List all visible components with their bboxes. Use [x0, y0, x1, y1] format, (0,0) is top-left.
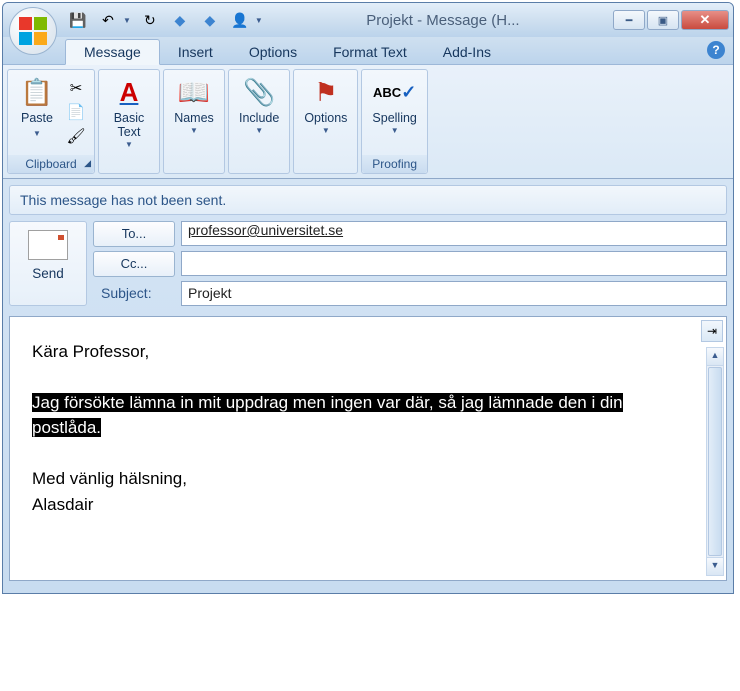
tab-format-text[interactable]: Format Text [315, 40, 425, 64]
minimize-button[interactable]: ━ [613, 10, 645, 30]
previous-icon[interactable]: ◆ [169, 9, 191, 31]
group-proofing: ABC✓ Spelling ▼ Proofing [361, 69, 427, 174]
scroll-thumb[interactable] [708, 367, 722, 556]
chevron-down-icon: ▼ [322, 126, 330, 135]
dialog-launcher-icon[interactable]: ◢ [84, 158, 91, 169]
body-greeting: Kära Professor, [32, 339, 690, 365]
group-basic-text: A Basic Text ▼ . [98, 69, 160, 174]
spelling-button[interactable]: ABC✓ Spelling ▼ [366, 74, 422, 151]
window-title: Projekt - Message (H... [273, 12, 613, 29]
tab-insert[interactable]: Insert [160, 40, 231, 64]
group-options: ⚑ Options ▼ . [293, 69, 358, 174]
group-names: 📖 Names ▼ . [163, 69, 225, 174]
chevron-down-icon: ▼ [190, 126, 198, 135]
chevron-down-icon: ▼ [255, 126, 263, 135]
infobar-not-sent: This message has not been sent. [9, 185, 727, 215]
scroll-up-icon[interactable]: ▲ [707, 348, 723, 366]
include-label: Include [239, 112, 279, 126]
address-book-icon[interactable]: 👤 [229, 9, 251, 31]
names-button[interactable]: 📖 Names ▼ [168, 74, 220, 151]
basic-text-button[interactable]: A Basic Text ▼ [104, 74, 154, 151]
chevron-down-icon: ▼ [33, 129, 41, 138]
qat-customize-dropdown[interactable]: ▼ [255, 16, 263, 25]
paste-button[interactable]: 📋 Paste ▼ [12, 74, 62, 151]
options-label: Options [304, 112, 347, 126]
body-signature: Alasdair [32, 492, 690, 518]
message-window: 💾 ↶ ▼ ↻ ◆ ◆ 👤 ▼ Projekt - Message (H... … [2, 2, 734, 594]
spelling-label: Spelling [372, 112, 416, 126]
names-label: Names [174, 112, 214, 126]
format-painter-icon[interactable]: 🖌 [66, 126, 86, 146]
save-icon[interactable]: 💾 [67, 9, 89, 31]
include-button[interactable]: 📎 Include ▼ [233, 74, 285, 151]
paperclip-icon: 📎 [243, 76, 275, 108]
message-headers: Send To... professor@universitet.se Cc..… [9, 221, 727, 306]
office-button[interactable] [9, 7, 57, 55]
address-book-icon: 📖 [178, 76, 210, 108]
clipboard-icon: 📋 [21, 76, 53, 108]
ruler-toggle-icon[interactable]: ⇥ [701, 320, 723, 342]
ribbon-tabs: Message Insert Options Format Text Add-I… [3, 37, 733, 65]
paste-label: Paste [21, 111, 53, 125]
cc-button[interactable]: Cc... [93, 251, 175, 277]
proofing-group-label: Proofing [362, 155, 426, 173]
ribbon: 📋 Paste ▼ ✂ 📄 🖌 Clipboard ◢ A Basic Text [3, 65, 733, 179]
tab-message[interactable]: Message [65, 39, 160, 65]
font-icon: A [113, 76, 145, 108]
subject-label: Subject: [93, 285, 175, 301]
envelope-icon [28, 230, 68, 260]
body-selected-text: Jag försökte lämna in mit uppdrag men in… [32, 393, 623, 438]
scroll-down-icon[interactable]: ▼ [707, 557, 723, 575]
group-clipboard: 📋 Paste ▼ ✂ 📄 🖌 Clipboard ◢ [7, 69, 95, 174]
message-body[interactable]: ⇥ ▲ ▼ Kära Professor, Jag försökte lämna… [9, 316, 727, 581]
to-value: professor@universitet.se [188, 222, 343, 238]
undo-icon[interactable]: ↶ [97, 9, 119, 31]
send-label: Send [32, 266, 64, 281]
copy-icon[interactable]: 📄 [66, 102, 86, 122]
send-button[interactable]: Send [9, 221, 87, 306]
tab-add-ins[interactable]: Add-Ins [425, 40, 509, 64]
chevron-down-icon: ▼ [125, 140, 133, 149]
office-logo-icon [19, 17, 47, 45]
options-button[interactable]: ⚑ Options ▼ [298, 74, 353, 151]
close-button[interactable]: ✕ [681, 10, 729, 30]
body-signoff: Med vänlig hälsning, [32, 466, 690, 492]
subject-field[interactable] [181, 281, 727, 306]
flag-icon: ⚑ [310, 76, 342, 108]
cut-icon[interactable]: ✂ [66, 78, 86, 98]
group-include: 📎 Include ▼ . [228, 69, 290, 174]
quick-access-toolbar: 💾 ↶ ▼ ↻ ◆ ◆ 👤 ▼ [67, 9, 263, 31]
vertical-scrollbar[interactable]: ▲ ▼ [706, 347, 724, 576]
next-icon[interactable]: ◆ [199, 9, 221, 31]
clipboard-group-label: Clipboard ◢ [8, 155, 94, 173]
titlebar: 💾 ↶ ▼ ↻ ◆ ◆ 👤 ▼ Projekt - Message (H... … [3, 3, 733, 37]
help-icon[interactable]: ? [707, 41, 725, 59]
spelling-icon: ABC✓ [379, 76, 411, 108]
maximize-button[interactable]: ▣ [647, 10, 679, 30]
undo-dropdown[interactable]: ▼ [123, 16, 131, 25]
tab-options[interactable]: Options [231, 40, 315, 64]
cc-field[interactable] [181, 251, 727, 276]
window-controls: ━ ▣ ✕ [613, 10, 729, 30]
basic-text-label: Basic Text [114, 112, 145, 140]
chevron-down-icon: ▼ [391, 126, 399, 135]
to-field[interactable]: professor@universitet.se [181, 221, 727, 246]
to-button[interactable]: To... [93, 221, 175, 247]
redo-icon[interactable]: ↻ [139, 9, 161, 31]
